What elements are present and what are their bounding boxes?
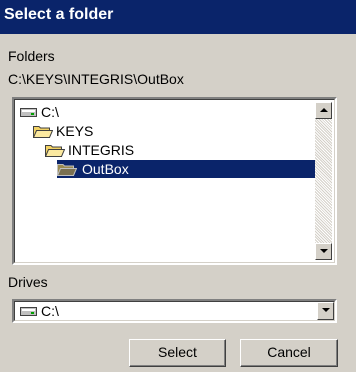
folder-tree-scrollbar[interactable] (315, 102, 332, 260)
select-folder-dialog: Select a folder Folders C:\KEYS\INTEGRIS… (0, 0, 356, 372)
arrow-up-icon (320, 108, 328, 112)
cancel-button[interactable]: Cancel (240, 339, 338, 367)
tree-item-label: KEYS (56, 123, 94, 139)
folder-open-icon (57, 164, 77, 176)
tree-item-keys[interactable]: KEYS (33, 122, 153, 140)
drives-label: Drives (8, 274, 48, 290)
dialog-title: Select a folder (4, 6, 114, 23)
drives-selected-value: C:\ (41, 303, 59, 319)
select-button[interactable]: Select (129, 339, 226, 367)
arrow-down-icon (320, 249, 328, 253)
scroll-down-button[interactable] (315, 243, 332, 260)
title-bar[interactable]: Select a folder (0, 0, 356, 34)
folder-open-icon (33, 126, 53, 138)
chevron-down-icon (322, 308, 330, 312)
tree-item-label: INTEGRIS (68, 142, 135, 158)
folder-tree[interactable]: C:\ KEYS INTEGRIS OutBox (12, 97, 337, 265)
tree-item-integris[interactable]: INTEGRIS (45, 141, 185, 159)
drives-dropdown[interactable]: C:\ (12, 299, 337, 323)
drive-icon (20, 307, 37, 316)
select-button-label: Select (158, 344, 197, 360)
current-path: C:\KEYS\INTEGRIS\OutBox (8, 71, 184, 87)
folder-open-icon (45, 145, 65, 157)
tree-item-label: OutBox (78, 161, 133, 177)
folders-label: Folders (8, 48, 55, 64)
scroll-up-button[interactable] (315, 102, 332, 119)
cancel-button-label: Cancel (267, 344, 311, 360)
tree-item-outbox[interactable]: OutBox (57, 160, 319, 178)
drive-icon (20, 108, 37, 117)
tree-item-label: C:\ (41, 104, 59, 120)
tree-item-drive-c[interactable]: C:\ (20, 103, 140, 121)
dropdown-button[interactable] (317, 302, 334, 320)
